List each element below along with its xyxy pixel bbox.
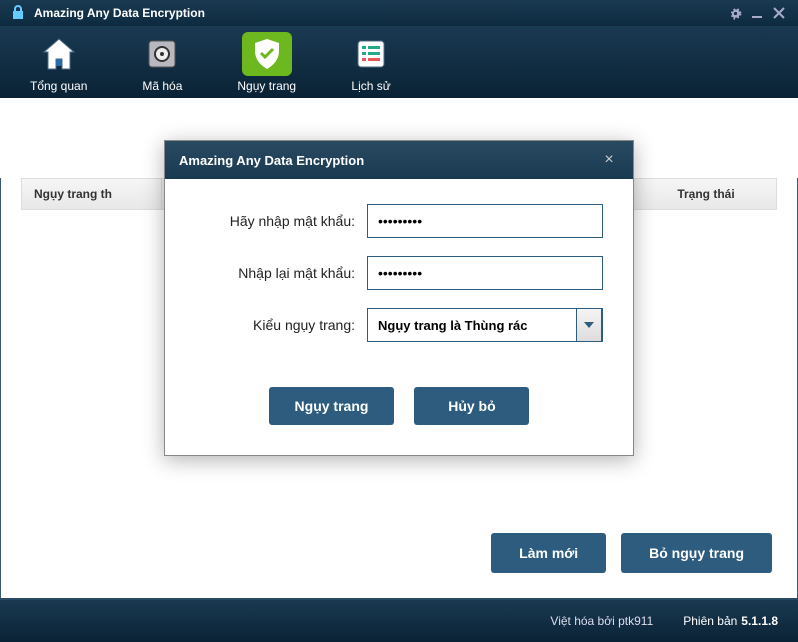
- version-label: Phiên bản: [683, 614, 737, 628]
- password-input[interactable]: [367, 204, 603, 238]
- footer: Việt hóa bởi ptk911 Phiên bản 5.1.1.8: [0, 598, 798, 642]
- dialog-header: Amazing Any Data Encryption ×: [165, 141, 633, 179]
- cancel-button[interactable]: Hủy bỏ: [414, 387, 529, 425]
- un-disguise-button[interactable]: Bỏ ngụy trang: [621, 533, 772, 573]
- select-value: Ngụy trang là Thùng rác: [378, 318, 592, 333]
- footer-credit: Việt hóa bởi ptk911: [550, 614, 653, 628]
- confirm-label: Nhập lại mật khẩu:: [195, 265, 355, 281]
- disguise-button[interactable]: Ngụy trang: [269, 387, 395, 425]
- version-number: 5.1.1.8: [741, 614, 778, 628]
- type-label: Kiểu ngụy trang:: [195, 317, 355, 333]
- password-dialog: Amazing Any Data Encryption × Hãy nhập m…: [164, 140, 634, 456]
- dialog-body: Hãy nhập mật khẩu: Nhập lại mật khẩu: Ki…: [165, 179, 633, 455]
- action-buttons: Làm mới Bỏ ngụy trang: [491, 533, 772, 573]
- password-label: Hãy nhập mật khẩu:: [195, 213, 355, 229]
- modal-overlay: Amazing Any Data Encryption × Hãy nhập m…: [0, 0, 798, 518]
- close-icon[interactable]: ×: [599, 151, 619, 169]
- chevron-down-icon[interactable]: [576, 308, 602, 342]
- disguise-type-select[interactable]: Ngụy trang là Thùng rác: [367, 308, 603, 342]
- confirm-password-input[interactable]: [367, 256, 603, 290]
- dialog-title: Amazing Any Data Encryption: [179, 153, 599, 168]
- refresh-button[interactable]: Làm mới: [491, 533, 606, 573]
- dialog-actions: Ngụy trang Hủy bỏ: [195, 387, 603, 425]
